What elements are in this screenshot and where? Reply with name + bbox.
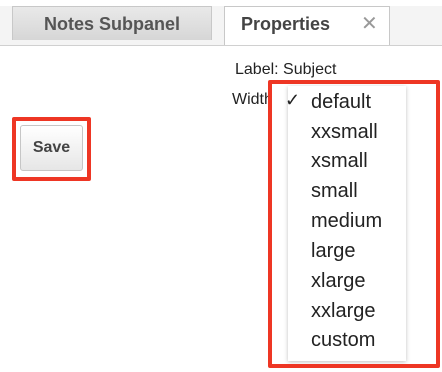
- close-icon[interactable]: ✕: [361, 7, 378, 41]
- tab-label: Properties: [241, 14, 331, 34]
- save-button[interactable]: Save: [20, 125, 83, 171]
- tab-bar: Notes Subpanel Properties ✕: [0, 0, 442, 46]
- tab-properties[interactable]: Properties ✕: [224, 6, 390, 46]
- dropdown-highlight: [268, 80, 440, 368]
- tab-notes-subpanel[interactable]: Notes Subpanel: [12, 6, 212, 40]
- tab-divider: [0, 45, 442, 46]
- tab-label: Notes Subpanel: [43, 14, 181, 34]
- label-field-text: Label: Subject: [235, 61, 337, 78]
